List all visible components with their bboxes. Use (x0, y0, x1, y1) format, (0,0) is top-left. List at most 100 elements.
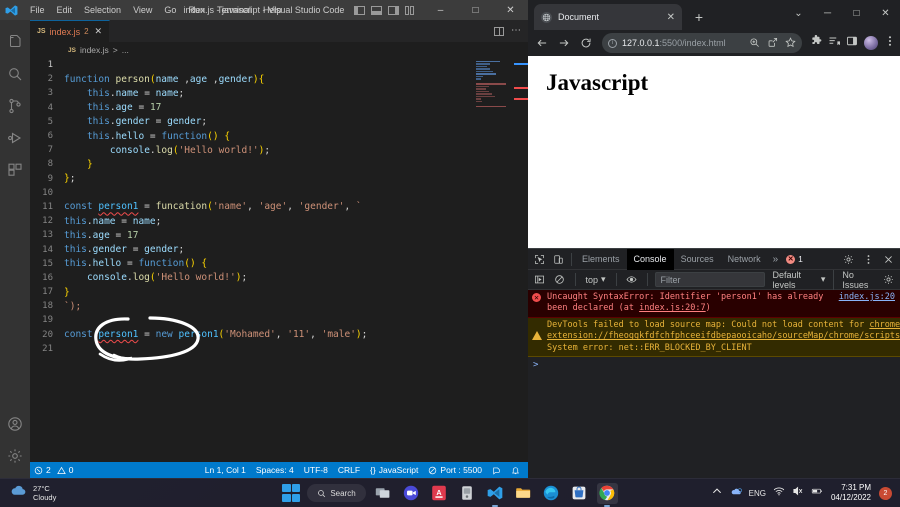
taskbar-search-box[interactable]: Search (307, 484, 366, 502)
status-language-mode[interactable]: {} JavaScript (370, 465, 418, 475)
code-lines[interactable]: 1 2 function person(name ,age ,gender){3 t… (30, 58, 528, 356)
console-prompt[interactable]: > (528, 357, 900, 373)
windows-taskbar[interactable]: 27°C Cloudy Search A ENG 7:31 PM 04/12/2… (0, 478, 900, 507)
taskbar-file-explorer[interactable] (513, 483, 534, 504)
customize-layout-icon[interactable] (405, 5, 416, 15)
chrome-minimize-button[interactable]: ─ (813, 0, 842, 26)
devtools-tab-bar[interactable]: Elements Console Sources Network » ✕ 1 (528, 248, 900, 270)
code-text[interactable]: this.age = 17 (64, 102, 161, 113)
taskbar-microsoft-edge[interactable] (541, 483, 562, 504)
chrome-toolbar[interactable]: i 127.0.0.1:5500/index.html (528, 30, 900, 56)
console-filter-bar[interactable]: top ▾ Filter Default levels ▾ No Issues (528, 269, 900, 290)
status-problems[interactable]: 2 0 (34, 465, 73, 475)
wifi-icon[interactable] (773, 484, 785, 502)
code-text[interactable]: const person1 = new person1('Mohamed', '… (64, 329, 367, 340)
code-line[interactable]: 15 this.hello = function() { (30, 257, 528, 271)
code-line[interactable]: 18 `); (30, 299, 528, 313)
devtools-settings-gear-icon[interactable] (839, 250, 858, 269)
code-line[interactable]: 14 this.gender = gender; (30, 242, 528, 256)
editor-tab-close-icon[interactable]: ✕ (95, 26, 103, 37)
code-line[interactable]: 19 (30, 313, 528, 327)
chrome-tab-strip[interactable]: Document ✕ + ⌄ ─ □ ✕ (528, 0, 900, 30)
show-hidden-icons-chevron[interactable] (711, 484, 723, 502)
status-indentation[interactable]: Spaces: 4 (256, 465, 294, 475)
live-expression-eye-icon[interactable] (623, 270, 639, 289)
activitybar-explorer[interactable] (0, 26, 30, 58)
devtools-kebab-icon[interactable] (859, 250, 878, 269)
console-output[interactable]: ✕ Uncaught SyntaxError: Identifier 'pers… (528, 290, 900, 478)
code-text[interactable]: } (64, 159, 93, 170)
chrome-url-text[interactable]: 127.0.0.1:5500/index.html (622, 38, 744, 48)
chrome-tab-close-icon[interactable]: ✕ (667, 12, 675, 23)
editor-scrollbar[interactable] (514, 58, 528, 462)
battery-icon[interactable] (811, 484, 823, 502)
console-settings-gear-icon[interactable] (881, 270, 897, 289)
reading-list-icon[interactable] (828, 34, 840, 52)
activitybar-source-control[interactable] (0, 90, 30, 122)
split-editor-icon[interactable] (494, 26, 504, 36)
vscode-status-bar[interactable]: 2 0 Ln 1, Col 1 Spaces: 4 UTF-8 CRLF {} … (30, 462, 528, 478)
code-line[interactable]: 21 (30, 342, 528, 356)
taskbar-autodesk[interactable]: A (429, 483, 450, 504)
breadcrumb-filename[interactable]: index.js (80, 45, 109, 55)
activitybar-settings[interactable] (0, 440, 30, 472)
vscode-close-button[interactable]: ✕ (493, 0, 528, 20)
vscode-layout-controls[interactable] (354, 0, 416, 20)
chrome-address-bar[interactable]: i 127.0.0.1:5500/index.html (602, 33, 802, 53)
status-feedback-icon[interactable] (492, 466, 501, 475)
taskbar-clock[interactable]: 7:31 PM 04/12/2022 (831, 483, 871, 504)
forward-icon[interactable] (554, 33, 574, 53)
code-text[interactable]: } (64, 287, 70, 298)
editor-tab-index-js[interactable]: JS index.js 2 ✕ (30, 20, 111, 42)
back-icon[interactable] (532, 33, 552, 53)
code-editor[interactable]: 1 2 function person(name ,age ,gender){3 t… (30, 58, 528, 462)
code-line[interactable]: 12 this.name = name; (30, 214, 528, 228)
chrome-maximize-button[interactable]: □ (842, 0, 871, 26)
menu-go[interactable]: Go (158, 3, 182, 17)
code-text[interactable]: }; (64, 173, 75, 184)
code-line[interactable]: 2 function person(name ,age ,gender){ (30, 72, 528, 86)
console-filter-input[interactable]: Filter (654, 272, 765, 287)
console-log-levels-selector[interactable]: Default levels ▾ (773, 270, 826, 290)
toggle-primary-sidebar-icon[interactable] (354, 5, 365, 15)
chrome-extension-icons[interactable] (808, 34, 896, 52)
code-line[interactable]: 9}; (30, 172, 528, 186)
code-text[interactable]: this.name = name; (64, 88, 184, 99)
taskbar-visual-studio-code[interactable] (485, 483, 506, 504)
menu-terminal[interactable]: Terminal (211, 3, 257, 17)
reload-icon[interactable] (576, 33, 596, 53)
code-line[interactable]: 5 this.gender = gender; (30, 115, 528, 129)
code-text[interactable]: this.hello = function() { (64, 258, 207, 269)
vscode-activity-bar[interactable] (0, 20, 30, 478)
bookmark-star-icon[interactable] (785, 36, 796, 50)
taskbar-google-chrome[interactable] (596, 482, 618, 504)
zoom-icon[interactable] (749, 37, 760, 50)
taskbar-app-generic[interactable] (457, 483, 478, 504)
code-text[interactable]: this.hello = function() { (64, 131, 230, 142)
editor-actions[interactable]: ⋯ (494, 20, 526, 42)
device-toolbar-icon[interactable] (549, 250, 568, 269)
devtools-tab-sources[interactable]: Sources (674, 249, 721, 270)
code-line[interactable]: 1 (30, 58, 528, 72)
console-error-link[interactable]: index.js:20:7 (639, 303, 706, 313)
console-error-source-link[interactable]: index.js:20 (839, 292, 895, 315)
vscode-tab-bar[interactable]: JS index.js 2 ✕ ⋯ (30, 20, 528, 42)
devtools-tab-console[interactable]: Console (626, 248, 674, 270)
notification-badge[interactable]: 2 (879, 486, 892, 500)
taskbar-zoom[interactable] (401, 483, 422, 504)
activitybar-run-and-debug[interactable] (0, 122, 30, 154)
inspect-element-icon[interactable] (530, 250, 549, 269)
code-line[interactable]: 16 console.log('Hello world!'); (30, 271, 528, 285)
console-issues-button[interactable]: No Issues (833, 269, 876, 290)
devtools-close-icon[interactable] (879, 250, 898, 269)
start-button[interactable] (282, 484, 301, 502)
chrome-tab-search-button[interactable]: ⌄ (784, 0, 813, 26)
menu-run[interactable]: Run (182, 3, 211, 17)
console-sidebar-icon[interactable] (531, 270, 547, 289)
onedrive-icon[interactable] (730, 484, 742, 502)
code-line[interactable]: 13 this.age = 17 (30, 228, 528, 242)
devtools-tab-network[interactable]: Network (721, 249, 768, 270)
devtools-more-tabs-icon[interactable]: » (768, 254, 784, 265)
status-eol[interactable]: CRLF (338, 465, 360, 475)
code-text[interactable]: this.age = 17 (64, 230, 138, 241)
